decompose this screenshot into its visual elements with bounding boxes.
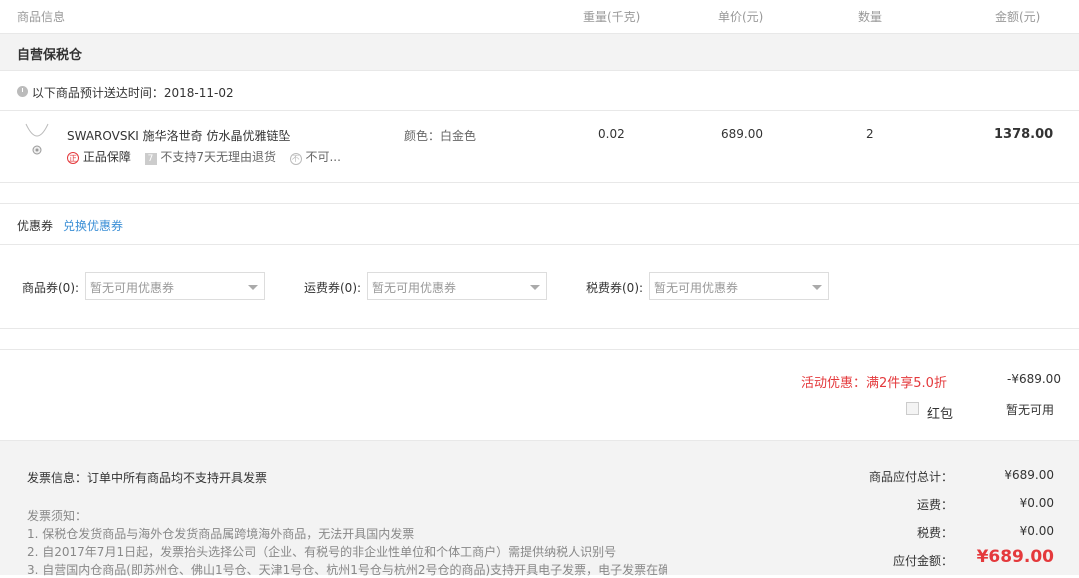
- product-coupon-label: 商品券(0):: [22, 281, 80, 295]
- product-tags: 正 正品保障 7 不支持7天无理由退货 不 不可...: [67, 148, 341, 165]
- chevron-down-icon: [248, 285, 258, 290]
- header-quantity: 数量: [858, 10, 883, 24]
- product-unit-price: 689.00: [721, 127, 763, 141]
- subtotal-label: 商品应付总计：: [868, 470, 953, 484]
- header-product-info: 商品信息: [17, 10, 66, 24]
- red-packet-checkbox[interactable]: [906, 402, 919, 415]
- exchange-coupon-link[interactable]: 兑换优惠券: [63, 217, 123, 234]
- product-name[interactable]: SWAROVSKI 施华洛世奇 仿水晶优雅链坠: [67, 127, 290, 144]
- not-allowed-icon: 不: [289, 153, 302, 165]
- header-amount: 金额(元): [995, 10, 1041, 24]
- product-color: 颜色：白金色: [404, 129, 477, 143]
- tax-value: ¥0.00: [1019, 524, 1054, 538]
- product-image[interactable]: [20, 122, 54, 162]
- invoice-note-3: 3. 自营国内仓商品(即苏州仓、佛山1号仓、天津1号仓、杭州1号仓与杭州2号仓的…: [27, 563, 667, 577]
- header-weight: 重量(千克): [583, 10, 641, 24]
- red-packet-label: 红包: [927, 407, 954, 422]
- tax-label: 税费：: [916, 526, 953, 540]
- invoice-note-2: 2. 自2017年7月1日起，发票抬头选择公司（企业、有税号的非企业性单位和个体…: [27, 545, 617, 559]
- chevron-down-icon: [812, 285, 822, 290]
- clock-icon: [17, 86, 28, 97]
- total-label: 应付金额：: [892, 554, 953, 568]
- chevron-down-icon: [530, 285, 540, 290]
- product-quantity: 2: [866, 127, 874, 141]
- shipping-coupon-select[interactable]: 暂无可用优惠券: [367, 272, 547, 300]
- delivery-date: 2018-11-02: [163, 86, 234, 100]
- coupon-title: 优惠券: [17, 219, 54, 233]
- shipping-coupon-value: 暂无可用优惠券: [372, 281, 457, 295]
- invoice-info: 发票信息：订单中所有商品均不支持开具发票: [27, 471, 268, 485]
- shipping-value: ¥0.00: [1019, 496, 1054, 510]
- subtotal-value: ¥689.00: [1004, 468, 1054, 482]
- promotion-label: 活动优惠：满2件享5.0折: [801, 376, 947, 391]
- invoice-notice-title: 发票须知：: [27, 509, 88, 523]
- shipping-coupon-label: 运费券(0):: [304, 281, 362, 295]
- tax-coupon-value: 暂无可用优惠券: [654, 281, 739, 295]
- header-unit-price: 单价(元): [718, 10, 764, 24]
- product-weight: 0.02: [598, 127, 625, 141]
- promotion-value: -¥689.00: [1007, 372, 1061, 386]
- product-coupon-select[interactable]: 暂无可用优惠券: [85, 272, 265, 300]
- tag-more[interactable]: 不可...: [305, 150, 340, 164]
- warehouse-title: 自营保税仓: [17, 48, 83, 63]
- delivery-row: 以下商品预计送达时间：2018-11-02: [17, 84, 234, 101]
- tag-no-return: 不支持7天无理由退货: [160, 150, 276, 164]
- tag-genuine: 正品保障: [82, 150, 131, 164]
- total-value: ¥689.00: [976, 547, 1054, 567]
- tax-coupon-label: 税费券(0):: [586, 281, 644, 295]
- shipping-label: 运费：: [916, 498, 953, 512]
- genuine-icon: 正: [67, 152, 79, 164]
- tax-coupon-select[interactable]: 暂无可用优惠券: [649, 272, 829, 300]
- necklace-icon: [25, 123, 49, 155]
- invoice-note-1: 1. 保税仓发货商品与海外仓发货商品属跨境海外商品，无法开具国内发票: [27, 527, 415, 541]
- no-return-icon: 7: [144, 153, 157, 165]
- product-amount: 1378.00: [994, 127, 1054, 142]
- warehouse-band: [0, 33, 1079, 71]
- red-packet-value: 暂无可用: [1006, 403, 1055, 417]
- product-coupon-value: 暂无可用优惠券: [90, 281, 175, 295]
- delivery-label: 以下商品预计送达时间：: [31, 86, 164, 100]
